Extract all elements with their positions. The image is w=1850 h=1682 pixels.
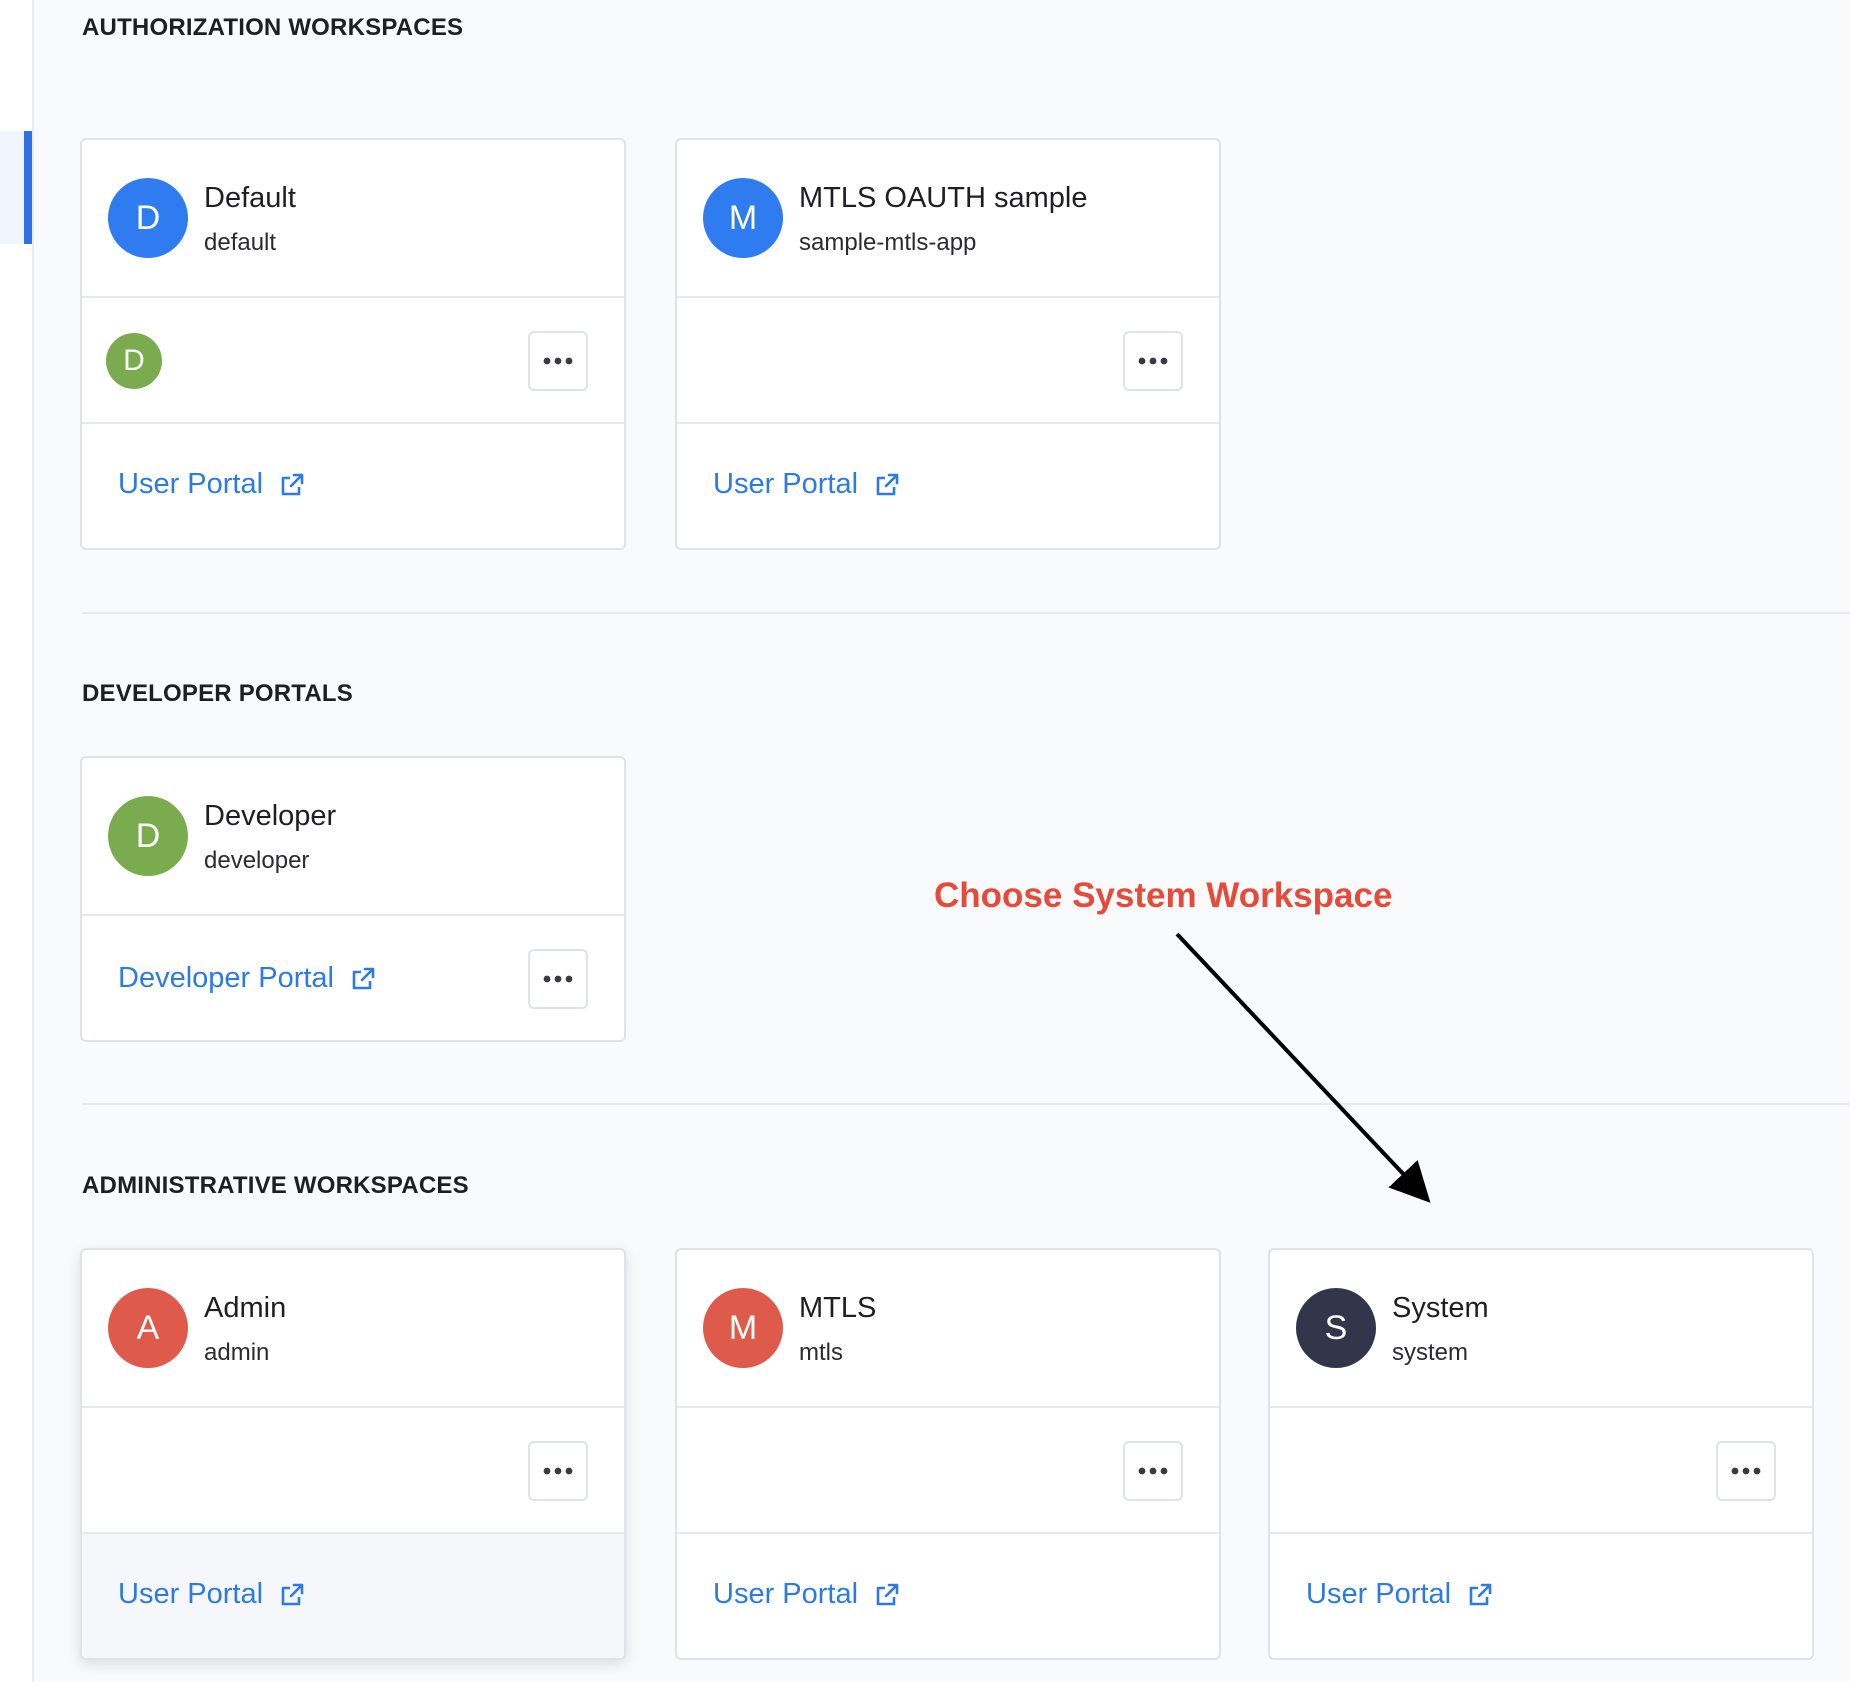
link-label: Developer Portal: [118, 962, 334, 994]
card-footer: User Portal: [82, 424, 624, 548]
workspace-name: MTLS OAUTH sample: [799, 182, 1088, 214]
card-members: [1270, 1408, 1812, 1534]
ellipsis-icon: [543, 1467, 573, 1475]
card-members: [677, 1408, 1219, 1534]
workspace-avatar: A: [108, 1288, 188, 1368]
more-options-button[interactable]: [1123, 1441, 1183, 1501]
more-options-button[interactable]: [1123, 331, 1183, 391]
card-members: [82, 1408, 624, 1534]
workspace-id: mtls: [799, 1339, 843, 1366]
workspace-name: System: [1392, 1292, 1489, 1324]
card-header: S System system: [1270, 1250, 1812, 1408]
more-options-button[interactable]: [528, 331, 588, 391]
link-label: User Portal: [118, 468, 264, 500]
external-link-icon: [876, 473, 899, 495]
sidebar-active-indicator: [24, 131, 32, 244]
workspace-id: default: [204, 229, 277, 256]
external-link-icon: [876, 1583, 899, 1605]
more-options-button[interactable]: [528, 1441, 588, 1501]
link-label: User Portal: [1306, 1578, 1452, 1610]
more-options-button[interactable]: [528, 949, 588, 1009]
user-portal-link[interactable]: User Portal: [118, 1578, 305, 1611]
sidebar: [0, 0, 34, 1682]
workspace-name: Default: [204, 182, 296, 214]
section-title-developer-portals: DEVELOPER PORTALS: [82, 680, 353, 707]
card-footer: Developer Portal: [82, 916, 624, 1040]
card-members: [677, 298, 1219, 424]
card-header: M MTLS OAUTH sample sample-mtls-app: [677, 140, 1219, 298]
card-header: D Developer developer: [82, 758, 624, 916]
user-portal-link[interactable]: User Portal: [1306, 1578, 1493, 1611]
workspace-card-mtls[interactable]: M MTLS mtls User Portal: [675, 1248, 1221, 1660]
card-footer: User Portal: [82, 1534, 624, 1658]
section-title-administrative: ADMINISTRATIVE WORKSPACES: [82, 1172, 469, 1199]
card-footer: User Portal: [677, 424, 1219, 548]
card-header: M MTLS mtls: [677, 1250, 1219, 1408]
user-portal-link[interactable]: User Portal: [713, 1578, 900, 1611]
workspace-card-admin[interactable]: A Admin admin User Portal: [80, 1248, 626, 1660]
workspace-id: developer: [204, 847, 310, 874]
external-link-icon: [281, 1583, 304, 1605]
section-divider: [82, 1103, 1850, 1105]
user-portal-link[interactable]: User Portal: [118, 468, 305, 501]
ellipsis-icon: [1138, 1467, 1168, 1475]
user-portal-link[interactable]: User Portal: [713, 468, 900, 501]
workspace-name: Developer: [204, 800, 337, 832]
section-divider: [82, 612, 1850, 614]
ellipsis-icon: [543, 975, 573, 983]
workspace-name: MTLS: [799, 1292, 877, 1324]
workspace-avatar: D: [108, 796, 188, 876]
workspace-card-default[interactable]: D Default default D User Portal: [80, 138, 626, 550]
workspace-id: sample-mtls-app: [799, 229, 977, 256]
workspace-card-developer[interactable]: D Developer developer Developer Portal: [80, 756, 626, 1042]
external-link-icon: [352, 967, 375, 989]
workspace-id: system: [1392, 1339, 1469, 1366]
external-link-icon: [281, 473, 304, 495]
ellipsis-icon: [1138, 357, 1168, 365]
card-members: D: [82, 298, 624, 424]
link-label: User Portal: [118, 1578, 264, 1610]
workspace-avatar: M: [703, 178, 783, 258]
workspace-name: Admin: [204, 1292, 287, 1324]
workspace-card-system[interactable]: S System system User Portal: [1268, 1248, 1814, 1660]
external-link-icon: [1469, 1583, 1492, 1605]
workspace-avatar: M: [703, 1288, 783, 1368]
link-label: User Portal: [713, 468, 859, 500]
workspace-avatar: D: [108, 178, 188, 258]
card-footer: User Portal: [1270, 1534, 1812, 1658]
developer-portal-link[interactable]: Developer Portal: [118, 962, 376, 995]
link-label: User Portal: [713, 1578, 859, 1610]
card-header: A Admin admin: [82, 1250, 624, 1408]
ellipsis-icon: [543, 357, 573, 365]
annotation-label: Choose System Workspace: [934, 876, 1393, 915]
card-footer: User Portal: [677, 1534, 1219, 1658]
workspace-id: admin: [204, 1339, 270, 1366]
more-options-button[interactable]: [1716, 1441, 1776, 1501]
card-header: D Default default: [82, 140, 624, 298]
member-avatar[interactable]: D: [106, 333, 162, 389]
ellipsis-icon: [1731, 1467, 1761, 1475]
workspace-avatar: S: [1296, 1288, 1376, 1368]
section-title-authorization: AUTHORIZATION WORKSPACES: [82, 14, 464, 41]
workspace-card-mtls-oauth-sample[interactable]: M MTLS OAUTH sample sample-mtls-app User…: [675, 138, 1221, 550]
